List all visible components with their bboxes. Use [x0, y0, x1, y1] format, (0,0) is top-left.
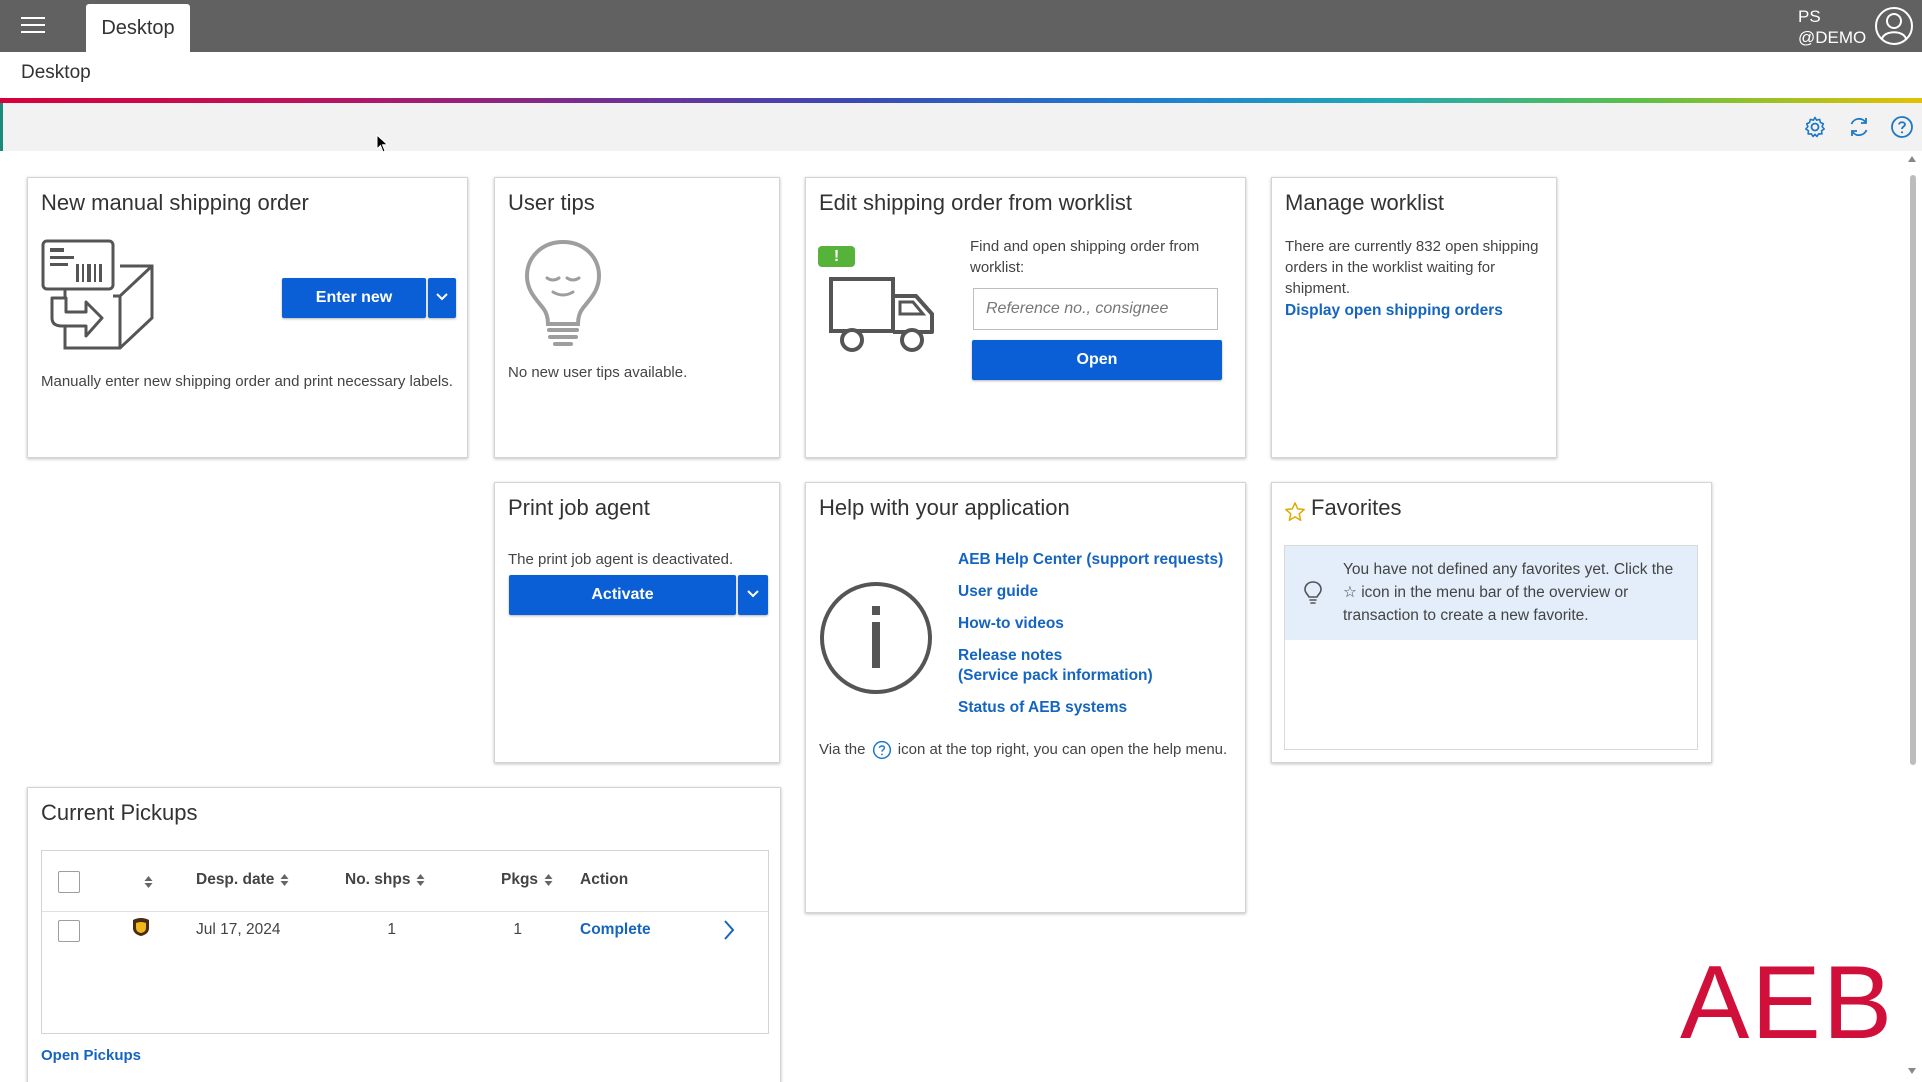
- card-title: Manage worklist: [1285, 190, 1444, 215]
- card-edit-shipping-order: Edit shipping order from worklist ! Find…: [805, 177, 1246, 458]
- enter-new-button[interactable]: Enter new: [282, 278, 426, 318]
- card-title: Help with your application: [819, 495, 1070, 520]
- favorites-empty-note: You have not defined any favorites yet. …: [1285, 546, 1697, 640]
- refresh-icon[interactable]: [1847, 115, 1871, 139]
- how-to-videos-link[interactable]: How-to videos: [958, 615, 1064, 633]
- truck-icon: [829, 277, 934, 352]
- gear-icon[interactable]: [1803, 115, 1827, 139]
- info-icon: [820, 582, 932, 694]
- card-new-shipping-order: New manual shipping order Enter new Manu…: [27, 177, 468, 458]
- select-all-checkbox[interactable]: [58, 871, 80, 893]
- card-title: User tips: [508, 190, 595, 215]
- sort-icon[interactable]: [144, 875, 153, 889]
- chevron-right-icon[interactable]: [722, 919, 736, 941]
- column-header-desp-date[interactable]: Desp. date: [196, 871, 289, 889]
- scroll-up-icon[interactable]: [1907, 155, 1917, 163]
- complete-link[interactable]: Complete: [580, 921, 651, 939]
- help-hint-prefix: Via the: [819, 741, 866, 758]
- package-label-icon: [41, 239, 154, 350]
- carrier-logo-icon: [133, 918, 149, 936]
- vertical-scrollbar[interactable]: [1907, 155, 1917, 1080]
- help-icon[interactable]: [1890, 115, 1914, 139]
- reference-search-input[interactable]: [973, 288, 1218, 330]
- card-print-job-agent: Print job agent The print job agent is d…: [494, 482, 780, 763]
- activate-dropdown-button[interactable]: [738, 575, 768, 615]
- card-title: Print job agent: [508, 495, 650, 520]
- column-header-pkgs[interactable]: Pkgs: [501, 871, 553, 889]
- card-favorites: Favorites You have not defined any favor…: [1271, 482, 1712, 763]
- header-divider: [42, 911, 768, 912]
- card-description: The print job agent is deactivated.: [508, 551, 734, 568]
- sort-icon: [544, 873, 553, 886]
- column-header-action: Action: [580, 871, 629, 888]
- help-center-link[interactable]: AEB Help Center (support requests): [958, 551, 1223, 569]
- tab-desktop[interactable]: Desktop: [86, 4, 190, 52]
- card-description: There are currently 832 open shipping or…: [1285, 238, 1539, 297]
- top-bar: Desktop PS @DEMO: [0, 0, 1922, 52]
- card-title: New manual shipping order: [41, 190, 309, 215]
- display-open-orders-link[interactable]: Display open shipping orders: [1285, 302, 1503, 320]
- service-pack-link[interactable]: (Service pack information): [958, 667, 1153, 685]
- mouse-cursor-icon: [376, 134, 389, 153]
- card-description: Find and open shipping order from workli…: [970, 238, 1200, 276]
- cell-pkgs: 1: [513, 921, 522, 938]
- cell-no-shps: 1: [387, 921, 396, 938]
- card-description: No new user tips available.: [508, 364, 688, 381]
- star-icon: [1285, 502, 1305, 521]
- open-pickups-link[interactable]: Open Pickups: [41, 1047, 141, 1064]
- favorites-list: You have not defined any favorites yet. …: [1284, 545, 1698, 750]
- lightbulb-icon: [524, 239, 602, 346]
- open-button[interactable]: Open: [972, 340, 1222, 380]
- chevron-down-icon: [747, 590, 759, 598]
- column-header-no-shps[interactable]: No. shps: [345, 871, 425, 889]
- card-current-pickups: Current Pickups Desp. date No. shps Pkgs…: [27, 787, 781, 1082]
- help-hint: Via the icon at the top right, you can o…: [819, 739, 1239, 760]
- help-hint-suffix: icon at the top right, you can open the …: [897, 741, 1182, 758]
- card-description: Manually enter new shipping order and pr…: [41, 373, 453, 390]
- card-user-tips: User tips No new user tips available.: [494, 177, 780, 458]
- aeb-logo: AEB: [1680, 945, 1895, 1061]
- card-title: Current Pickups: [41, 800, 198, 825]
- user-avatar-icon[interactable]: [1874, 6, 1914, 46]
- user-guide-link[interactable]: User guide: [958, 583, 1038, 601]
- card-title: Edit shipping order from worklist: [819, 190, 1133, 215]
- enter-new-dropdown-button[interactable]: [428, 278, 456, 318]
- toolbar: [0, 103, 1922, 151]
- release-notes-link[interactable]: Release notes: [958, 647, 1062, 665]
- aeb-systems-status-link[interactable]: Status of AEB systems: [958, 699, 1127, 717]
- sort-icon: [280, 873, 289, 886]
- pickups-table: Desp. date No. shps Pkgs Action Jul 17, …: [41, 850, 769, 1034]
- favorites-note-text: You have not defined any favorites yet. …: [1343, 561, 1674, 624]
- row-checkbox[interactable]: [58, 920, 80, 942]
- help-hint-end: menu.: [1185, 741, 1228, 758]
- attention-badge: !: [818, 246, 855, 267]
- user-initials: PS: [1798, 7, 1821, 26]
- hamburger-menu-icon[interactable]: [18, 12, 48, 40]
- sort-icon: [416, 873, 425, 886]
- lightbulb-icon: [1304, 581, 1322, 604]
- chevron-down-icon: [436, 293, 448, 301]
- desktop-area: New manual shipping order Enter new Manu…: [0, 151, 1922, 1082]
- breadcrumb: Desktop: [0, 52, 1922, 98]
- user-client: @DEMO: [1798, 28, 1867, 47]
- user-info[interactable]: PS @DEMO: [1798, 6, 1866, 48]
- help-icon: [872, 740, 891, 760]
- scrollbar-thumb[interactable]: [1910, 175, 1916, 765]
- scroll-down-icon[interactable]: [1907, 1067, 1917, 1075]
- card-title: Favorites: [1311, 495, 1402, 520]
- activate-button[interactable]: Activate: [509, 575, 736, 615]
- page-title: Desktop: [21, 62, 91, 83]
- cell-desp-date: Jul 17, 2024: [196, 921, 281, 938]
- card-help: Help with your application AEB Help Cent…: [805, 482, 1246, 913]
- card-manage-worklist: Manage worklist There are currently 832 …: [1271, 177, 1557, 458]
